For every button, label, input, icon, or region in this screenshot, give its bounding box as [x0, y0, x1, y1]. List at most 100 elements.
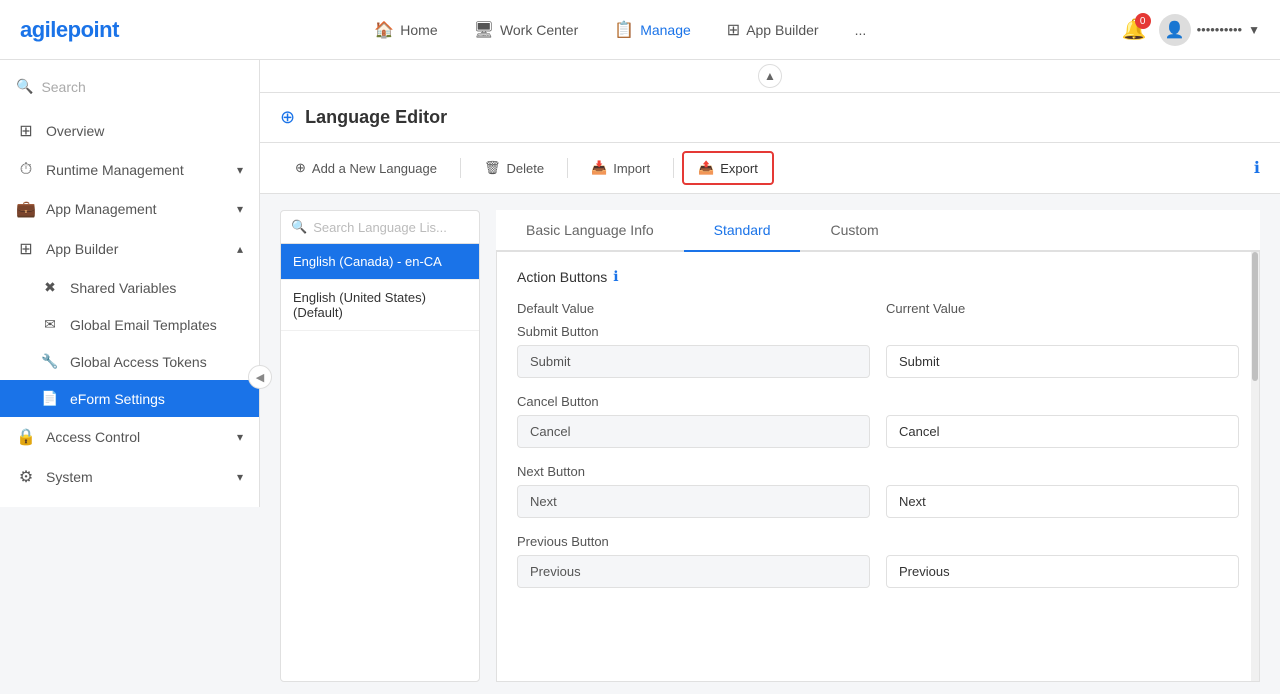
sidebar-item-eformsettings[interactable]: 📄 eForm Settings — [0, 380, 259, 417]
section-title: Action Buttons ℹ — [517, 268, 1239, 285]
sidebar-item-sharedvars[interactable]: ✖ Shared Variables — [0, 269, 259, 306]
right-panel: Basic Language Info Standard Custom Acti… — [496, 210, 1260, 682]
notification-badge: 0 — [1135, 13, 1151, 29]
nav-appbuilder[interactable]: ⊞ App Builder — [713, 12, 833, 48]
logo[interactable]: agilepoint — [20, 17, 119, 43]
lang-search-icon: 🔍 — [291, 219, 307, 235]
system-icon: ⚙ — [16, 467, 36, 487]
import-button[interactable]: 📥 Import — [576, 152, 665, 184]
delete-button[interactable]: 🗑 Delete — [469, 152, 559, 184]
user-menu[interactable]: 👤 •••••••••• ▼ — [1159, 14, 1260, 46]
language-item-en-us[interactable]: English (United States) (Default) — [281, 280, 479, 331]
sidebar-item-overview-label: Overview — [46, 123, 243, 139]
sidebar-item-accesscontrol-label: Access Control — [46, 429, 227, 445]
sidebar-item-appmanagement[interactable]: 💼 App Management ▾ — [0, 189, 259, 229]
nav-more-label: ... — [855, 22, 867, 38]
page-title: Language Editor — [305, 107, 447, 128]
sidebar-item-globaltokens[interactable]: 🔧 Global Access Tokens — [0, 343, 259, 380]
field-submit: Submit Button — [517, 324, 1239, 378]
export-icon: 📤 — [698, 160, 714, 176]
previous-default-input — [517, 555, 870, 588]
field-previous-row — [517, 555, 1239, 588]
cancel-current-input[interactable] — [886, 415, 1239, 448]
sidebar-item-overview[interactable]: ⊞ Overview — [0, 111, 259, 151]
sidebar-item-runtime-label: Runtime Management — [46, 162, 227, 178]
chevron-right-icon-3: ▾ — [237, 430, 243, 444]
nav-manage[interactable]: 📋 Manage — [600, 12, 705, 48]
language-item-en-ca[interactable]: English (Canada) - en-CA — [281, 244, 479, 280]
tab-standard[interactable]: Standard — [684, 210, 801, 252]
nav-manage-label: Manage — [640, 22, 691, 38]
sidebar-item-accesscontrol[interactable]: 🔒 Access Control ▾ — [0, 417, 259, 457]
chevron-up-icon: ▴ — [237, 242, 243, 256]
topnav: agilepoint 🏠 Home 🖥 Work Center 📋 Manage… — [0, 0, 1280, 60]
sidebar-item-appbuilder[interactable]: ⊞ App Builder ▴ — [0, 229, 259, 269]
nav-home[interactable]: 🏠 Home — [360, 12, 451, 48]
submit-default-input — [517, 345, 870, 378]
field-cancel-row — [517, 415, 1239, 448]
sidebar-item-appmanagement-label: App Management — [46, 201, 227, 217]
globaltokens-icon: 🔧 — [40, 353, 60, 370]
field-next: Next Button — [517, 464, 1239, 518]
overview-icon: ⊞ — [16, 121, 36, 141]
section-title-text: Action Buttons — [517, 269, 607, 285]
collapse-toggle-button[interactable]: ▲ — [758, 64, 782, 88]
manage-icon: 📋 — [614, 20, 634, 40]
info-icon[interactable]: ℹ — [1254, 158, 1260, 178]
nav-more[interactable]: ... — [841, 14, 881, 46]
col-header-default: Default Value — [517, 301, 870, 316]
sidebar-item-sharedvars-label: Shared Variables — [70, 280, 243, 296]
add-language-button[interactable]: ⊕ Add a New Language — [280, 152, 452, 184]
search-icon: 🔍 — [16, 78, 33, 95]
submit-current-input[interactable] — [886, 345, 1239, 378]
language-list-panel: 🔍 English (Canada) - en-CA English (Unit… — [280, 210, 480, 682]
toolbar-divider-1 — [460, 158, 461, 178]
export-label: Export — [720, 161, 758, 176]
sidebar-item-emailtemplates[interactable]: ✉ Global Email Templates — [0, 306, 259, 343]
search-input[interactable] — [41, 79, 243, 95]
sidebar-item-runtime[interactable]: ⏱ Runtime Management ▾ — [0, 151, 259, 189]
nav-home-label: Home — [400, 22, 437, 38]
add-icon: ⊕ — [295, 160, 306, 176]
field-submit-label: Submit Button — [517, 324, 1239, 339]
field-previous: Previous Button — [517, 534, 1239, 588]
col-header-current: Current Value — [886, 301, 1239, 316]
nav-workcenter[interactable]: 🖥 Work Center — [460, 12, 593, 48]
export-button[interactable]: 📤 Export — [682, 151, 774, 185]
section-info-icon[interactable]: ℹ — [613, 268, 618, 285]
scrollbar-thumb[interactable] — [1252, 252, 1258, 381]
column-headers: Default Value Current Value — [517, 301, 1239, 316]
workcenter-icon: 🖥 — [474, 20, 494, 40]
sharedvars-icon: ✖ — [40, 279, 60, 296]
field-cancel: Cancel Button — [517, 394, 1239, 448]
toolbar-divider-3 — [673, 158, 674, 178]
accesscontrol-icon: 🔒 — [16, 427, 36, 447]
nav-workcenter-label: Work Center — [500, 22, 578, 38]
topnav-center: 🏠 Home 🖥 Work Center 📋 Manage ⊞ App Buil… — [360, 12, 880, 48]
toolbar: ⊕ Add a New Language 🗑 Delete 📥 Import 📤… — [260, 143, 1280, 194]
emailtemplates-icon: ✉ — [40, 316, 60, 333]
field-next-label: Next Button — [517, 464, 1239, 479]
sidebar-collapse-button[interactable]: ◀ — [248, 365, 272, 389]
sidebar-item-globaltokens-label: Global Access Tokens — [70, 354, 243, 370]
import-label: Import — [613, 161, 650, 176]
field-next-row — [517, 485, 1239, 518]
avatar: 👤 — [1159, 14, 1191, 46]
tab-basic[interactable]: Basic Language Info — [496, 210, 684, 252]
chevron-right-icon: ▾ — [237, 163, 243, 177]
collapse-bar: ▲ — [260, 60, 1280, 93]
sidebar-item-system[interactable]: ⚙ System ▾ — [0, 457, 259, 497]
next-current-input[interactable] — [886, 485, 1239, 518]
home-icon: 🏠 — [374, 20, 394, 40]
user-name: •••••••••• — [1197, 22, 1243, 37]
previous-current-input[interactable] — [886, 555, 1239, 588]
language-search: 🔍 — [281, 211, 479, 244]
tab-custom[interactable]: Custom — [800, 210, 908, 252]
notification-button[interactable]: 🔔 0 — [1122, 17, 1147, 42]
language-search-input[interactable] — [313, 220, 469, 235]
logo-text: agilepoint — [20, 17, 119, 43]
tab-bar: Basic Language Info Standard Custom — [496, 210, 1260, 252]
appmanagement-icon: 💼 — [16, 199, 36, 219]
add-language-label: Add a New Language — [312, 161, 437, 176]
appbuilder-nav-icon: ⊞ — [727, 20, 740, 40]
